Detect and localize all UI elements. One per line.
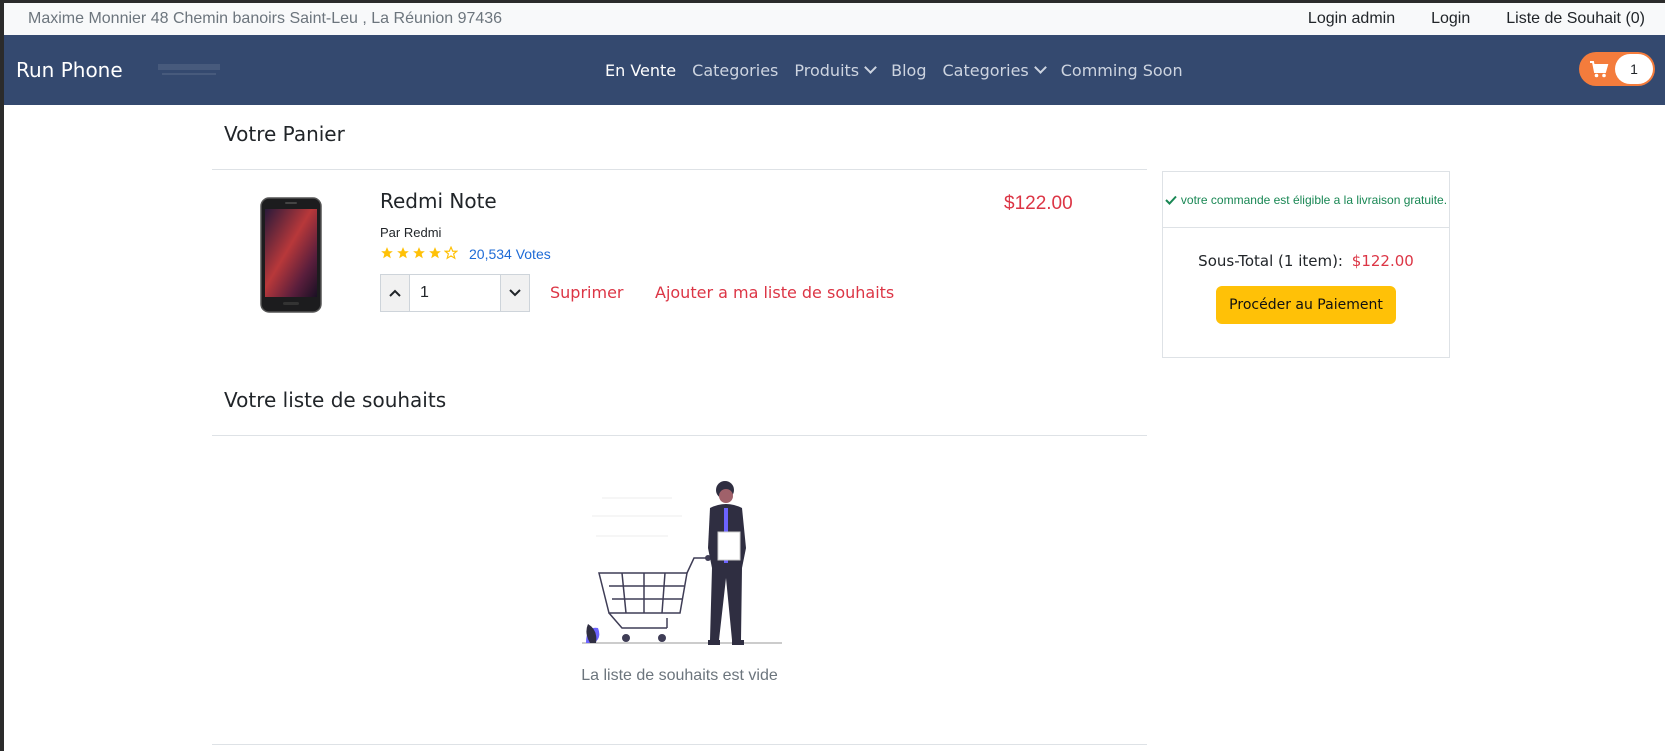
chevron-down-icon	[509, 289, 521, 297]
login-link[interactable]: Login	[1431, 10, 1470, 28]
wishlist-divider	[212, 435, 1147, 436]
product-image[interactable]	[259, 197, 323, 313]
free-shipping-notice: votre commande est éligible a la livrais…	[1163, 172, 1449, 228]
checkout-button[interactable]: Procéder au Paiement	[1216, 286, 1396, 324]
rating-stars	[380, 246, 458, 260]
check-icon	[1165, 195, 1177, 205]
star-empty-icon	[444, 246, 458, 260]
bottom-divider	[212, 744, 1147, 745]
store-address: Maxime Monnier 48 Chemin banoirs Saint-L…	[28, 10, 503, 27]
star-filled-icon	[413, 247, 425, 259]
quantity-stepper: 1	[380, 274, 530, 312]
brand-name[interactable]: Run Phone	[16, 58, 146, 82]
wishlist-title: Votre liste de souhaits	[224, 388, 447, 412]
quantity-input[interactable]: 1	[409, 275, 501, 311]
free-shipping-text: votre commande est éligible a la livrais…	[1180, 192, 1448, 207]
decrement-button[interactable]	[501, 275, 529, 311]
chevron-up-icon	[389, 289, 401, 297]
product-name[interactable]: Redmi Note	[380, 189, 497, 213]
subtotal-label: Sous-Total (1 item):	[1198, 252, 1343, 270]
empty-wishlist-message: La liste de souhaits est vide	[581, 667, 778, 684]
nav-item-comming-soon[interactable]: Comming Soon	[1061, 61, 1183, 80]
order-summary-card: votre commande est éligible a la livrais…	[1162, 171, 1450, 358]
product-price: $122.00	[1004, 193, 1073, 214]
cart-title: Votre Panier	[224, 122, 345, 146]
brand-logo	[158, 64, 220, 75]
star-filled-icon	[429, 247, 441, 259]
product-brand: Par Redmi	[380, 225, 442, 240]
cart-divider	[212, 169, 1147, 170]
main-navbar: Run Phone En Vente Categories Produits B…	[4, 35, 1665, 105]
wishlist-link[interactable]: Liste de Souhait (0)	[1506, 10, 1645, 28]
top-links: Login admin Login Liste de Souhait (0)	[1308, 10, 1645, 28]
nav-item-blog[interactable]: Blog	[891, 61, 926, 80]
nav-menu: En Vente Categories Produits Blog Catego…	[605, 35, 1183, 105]
remove-item-link[interactable]: Suprimer	[550, 283, 623, 302]
votes-count[interactable]: 20,534 Votes	[469, 246, 551, 262]
top-info-bar: Maxime Monnier 48 Chemin banoirs Saint-L…	[4, 3, 1665, 35]
shopping-cart-icon	[1583, 60, 1615, 78]
cart-button[interactable]: 1	[1579, 52, 1655, 86]
page: Maxime Monnier 48 Chemin banoirs Saint-L…	[0, 0, 1665, 751]
star-filled-icon	[381, 247, 393, 259]
login-admin-link[interactable]: Login admin	[1308, 10, 1395, 28]
cart-count-badge: 1	[1615, 54, 1653, 84]
subtotal-line: Sous-Total (1 item): $122.00	[1163, 252, 1449, 270]
nav-item-categories[interactable]: Categories	[692, 61, 778, 80]
nav-item-produits-dropdown[interactable]: Produits	[794, 61, 875, 80]
star-filled-icon	[397, 247, 409, 259]
subtotal-amount: $122.00	[1351, 252, 1414, 270]
increment-button[interactable]	[381, 275, 409, 311]
add-to-wishlist-link[interactable]: Ajouter a ma liste de souhaits	[655, 283, 894, 302]
nav-item-categories-dropdown[interactable]: Categories	[943, 61, 1045, 80]
nav-item-en-vente[interactable]: En Vente	[605, 61, 676, 80]
empty-wishlist-illustration	[582, 481, 782, 645]
